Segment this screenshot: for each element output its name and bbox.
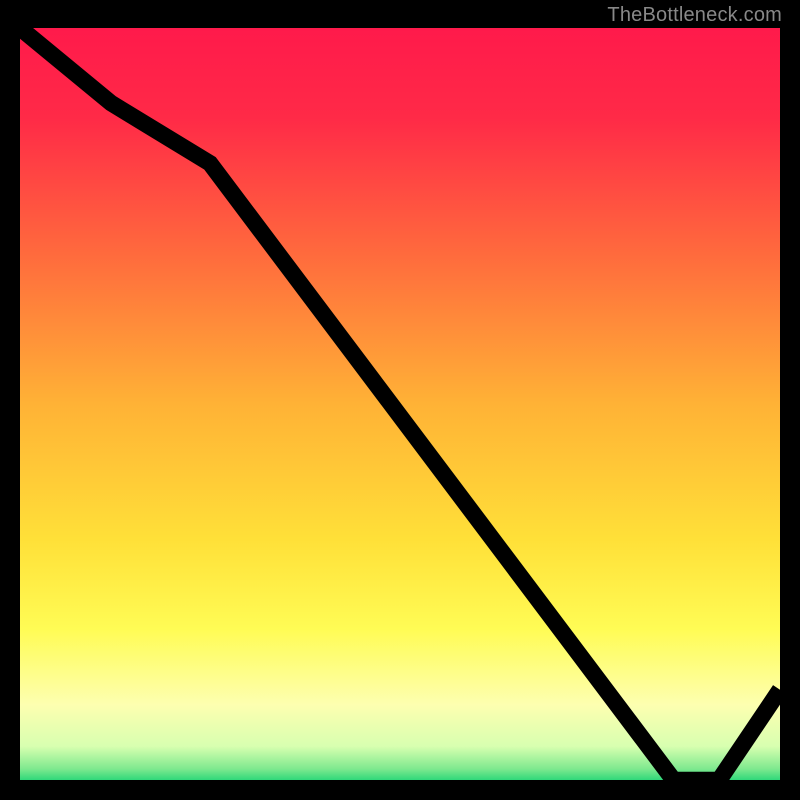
chart-curve-path [20,28,780,780]
watermark-text: TheBottleneck.com [607,4,782,27]
chart-curve [20,28,780,780]
chart-plot-area [20,28,780,780]
